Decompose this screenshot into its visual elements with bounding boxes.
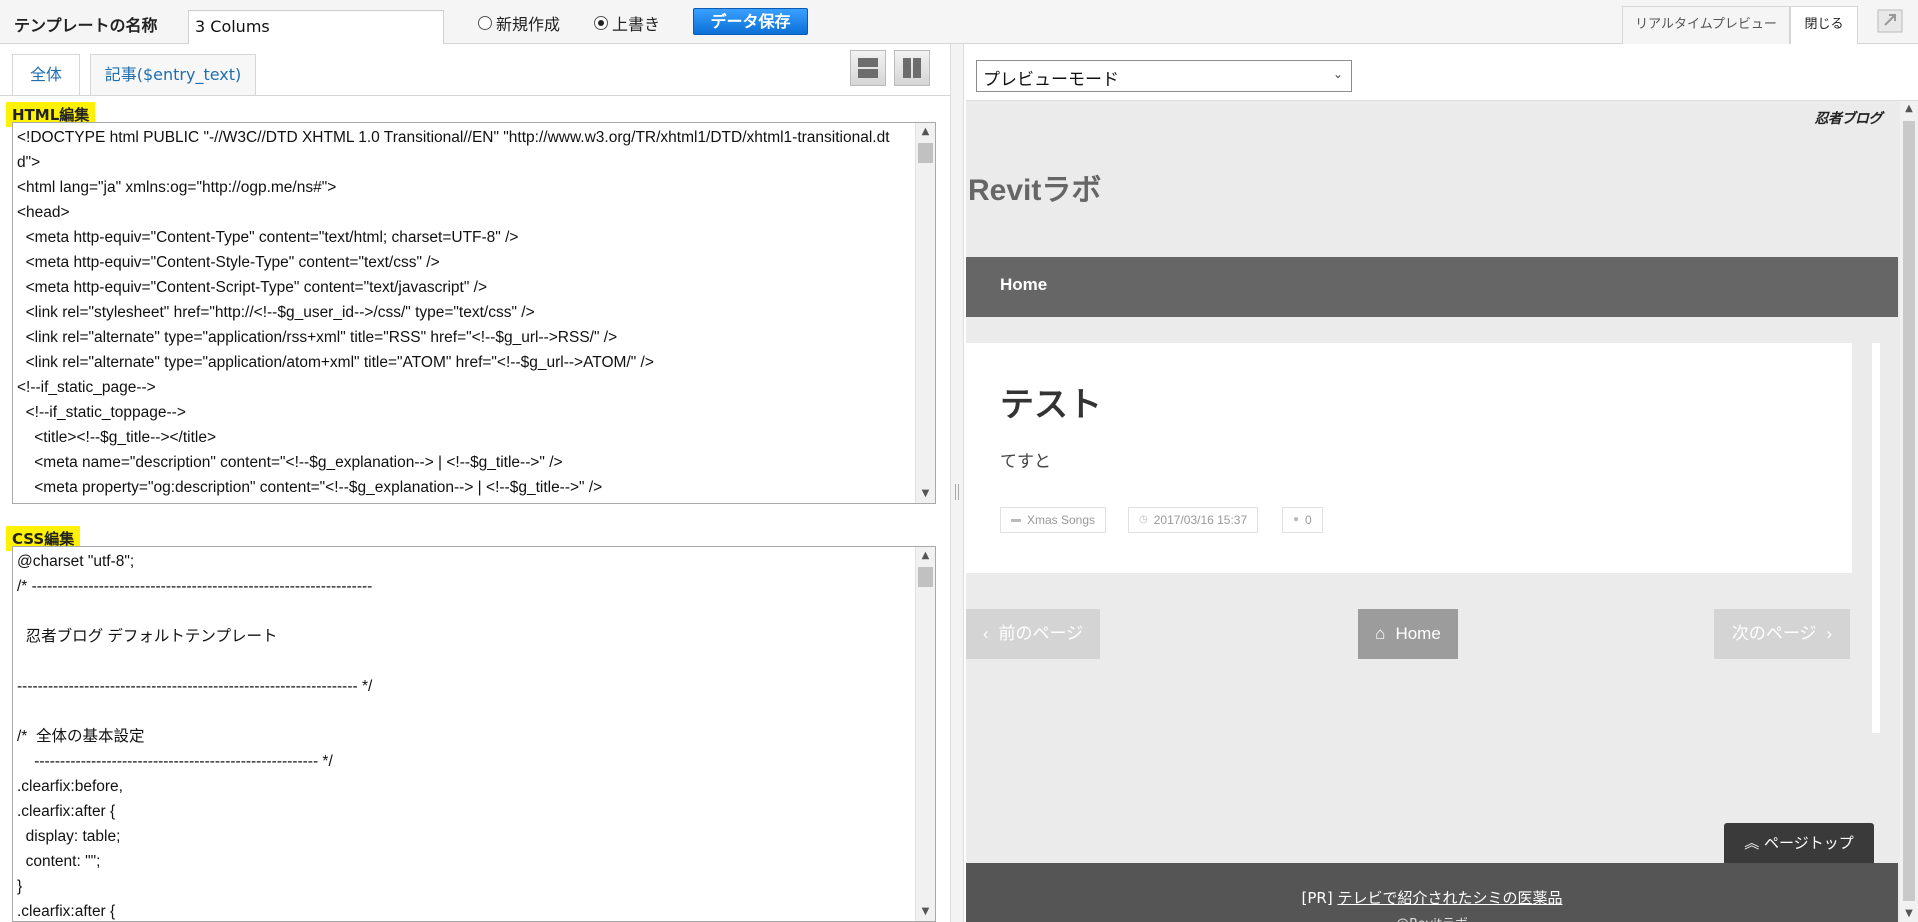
chevron-down-icon: ⌄ xyxy=(1332,67,1343,81)
template-name-input[interactable]: 3 Colums xyxy=(188,10,444,44)
footer-copyright: @Revitラボ xyxy=(966,913,1898,922)
radio-overwrite-label: 上書き xyxy=(612,15,661,34)
article-category[interactable]: ▬ Xmas Songs xyxy=(1000,507,1107,533)
scroll-thumb[interactable] xyxy=(918,567,933,587)
tab-entry-text[interactable]: 記事($entry_text) xyxy=(90,54,256,95)
css-code[interactable]: @charset "utf-8"; /* -------------------… xyxy=(13,547,935,921)
article-card: テスト てすと ▬ Xmas Songs ◷ 2017/03/16 15:37 … xyxy=(966,343,1852,573)
next-page-button[interactable]: 次のページ › xyxy=(1714,609,1850,659)
page-top-button[interactable]: ︽ ページトップ xyxy=(1724,823,1874,863)
layout-columns-icon xyxy=(903,58,921,78)
home-page-button[interactable]: ⌂ Home xyxy=(1358,609,1458,659)
splitter-grip-icon[interactable] xyxy=(955,484,959,500)
layout-horizontal-button[interactable] xyxy=(850,50,886,86)
article-body: てすと xyxy=(1000,452,1051,472)
popout-icon[interactable] xyxy=(1874,6,1906,36)
preview-footer: [PR] テレビで紹介されたシミの医薬品 @Revitラボ xyxy=(966,863,1898,922)
template-name-label: テンプレートの名称 xyxy=(14,16,158,35)
layout-rows-icon xyxy=(858,58,878,78)
preview-frame: 忍者ブログ Revitラボ Home テスト てすと ▬ Xmas Songs … xyxy=(966,100,1918,922)
page-top-label: ページトップ xyxy=(1764,834,1854,852)
article-date-label: 2017/03/16 15:37 xyxy=(1153,513,1248,527)
comment-icon: ● xyxy=(1293,514,1300,525)
article-date: ◷ 2017/03/16 15:37 xyxy=(1128,507,1259,533)
article-title[interactable]: テスト xyxy=(1000,377,1102,426)
scroll-up-icon[interactable]: ▲ xyxy=(916,123,935,141)
scroll-up-icon[interactable]: ▲ xyxy=(1900,103,1918,114)
prev-page-button[interactable]: ‹ 前のページ xyxy=(966,609,1100,659)
nav-home-link[interactable]: Home xyxy=(1000,275,1047,295)
footer-pr-link[interactable]: テレビで紹介されたシミの医薬品 xyxy=(1337,889,1562,907)
preview-pane: プレビューモード ⌄ 忍者ブログ Revitラボ Home テスト てすと ▬ … xyxy=(964,44,1918,922)
tab-all[interactable]: 全体 xyxy=(12,54,80,95)
pane-splitter[interactable] xyxy=(950,44,964,922)
editor-pane: 全体 記事($entry_text) HTML編集 <!DOCTYPE html… xyxy=(0,44,950,922)
scroll-down-icon[interactable]: ▼ xyxy=(1900,908,1918,919)
radio-overwrite[interactable]: 上書き xyxy=(594,11,660,35)
next-page-label: 次のページ xyxy=(1731,624,1817,643)
css-editor-scrollbar[interactable]: ▲ ▼ xyxy=(915,547,935,921)
prev-page-label: 前のページ xyxy=(998,624,1084,643)
scroll-thumb[interactable] xyxy=(918,143,933,163)
footer-pr-prefix: [PR] xyxy=(1301,889,1338,907)
home-icon: ⌂ xyxy=(1375,624,1386,643)
folder-icon: ▬ xyxy=(1011,514,1021,525)
chevron-right-icon: › xyxy=(1826,624,1833,643)
ninja-blog-logo[interactable]: 忍者ブログ xyxy=(1815,108,1883,128)
css-editor[interactable]: @charset "utf-8"; /* -------------------… xyxy=(12,546,936,922)
save-data-button[interactable]: データ保存 xyxy=(693,8,808,35)
radio-new-indicator[interactable] xyxy=(478,16,492,30)
footer-pr: [PR] テレビで紹介されたシミの医薬品 xyxy=(966,887,1898,908)
home-page-label: Home xyxy=(1395,624,1441,643)
preview-mode-select[interactable]: プレビューモード ⌄ xyxy=(976,60,1352,92)
radio-new-label: 新規作成 xyxy=(496,15,561,34)
chevron-left-icon: ‹ xyxy=(982,624,989,643)
scroll-down-icon[interactable]: ▼ xyxy=(916,903,935,921)
scroll-up-icon[interactable]: ▲ xyxy=(916,547,935,565)
layout-vertical-button[interactable] xyxy=(894,50,930,86)
html-editor-scrollbar[interactable]: ▲ ▼ xyxy=(915,123,935,503)
radio-overwrite-indicator[interactable] xyxy=(594,16,608,30)
top-toolbar: テンプレートの名称 3 Colums 新規作成 上書き データ保存 リアルタイム… xyxy=(0,0,1918,45)
article-comments[interactable]: ● 0 xyxy=(1282,507,1323,533)
scroll-down-icon[interactable]: ▼ xyxy=(916,485,935,503)
tabs-divider xyxy=(0,95,950,96)
article-category-label: Xmas Songs xyxy=(1027,513,1096,527)
tab-close[interactable]: 閉じる xyxy=(1790,6,1858,45)
preview-scrollbar[interactable]: ▲ ▼ xyxy=(1900,101,1918,922)
blog-title[interactable]: Revitラボ xyxy=(968,165,1101,209)
scroll-thumb[interactable] xyxy=(1903,121,1915,901)
clock-icon: ◷ xyxy=(1139,514,1148,525)
preview-nav-bar: Home xyxy=(966,257,1898,317)
sidebar-strip xyxy=(1872,343,1880,733)
article-comments-count: 0 xyxy=(1305,513,1312,527)
double-chevron-up-icon: ︽ xyxy=(1744,834,1760,852)
html-code[interactable]: <!DOCTYPE html PUBLIC "-//W3C//DTD XHTML… xyxy=(13,123,935,500)
tab-realtime-preview[interactable]: リアルタイムプレビュー xyxy=(1622,6,1790,44)
preview-mode-value: プレビューモード xyxy=(983,70,1119,90)
radio-new[interactable]: 新規作成 xyxy=(478,11,560,35)
html-editor[interactable]: <!DOCTYPE html PUBLIC "-//W3C//DTD XHTML… xyxy=(12,122,936,504)
